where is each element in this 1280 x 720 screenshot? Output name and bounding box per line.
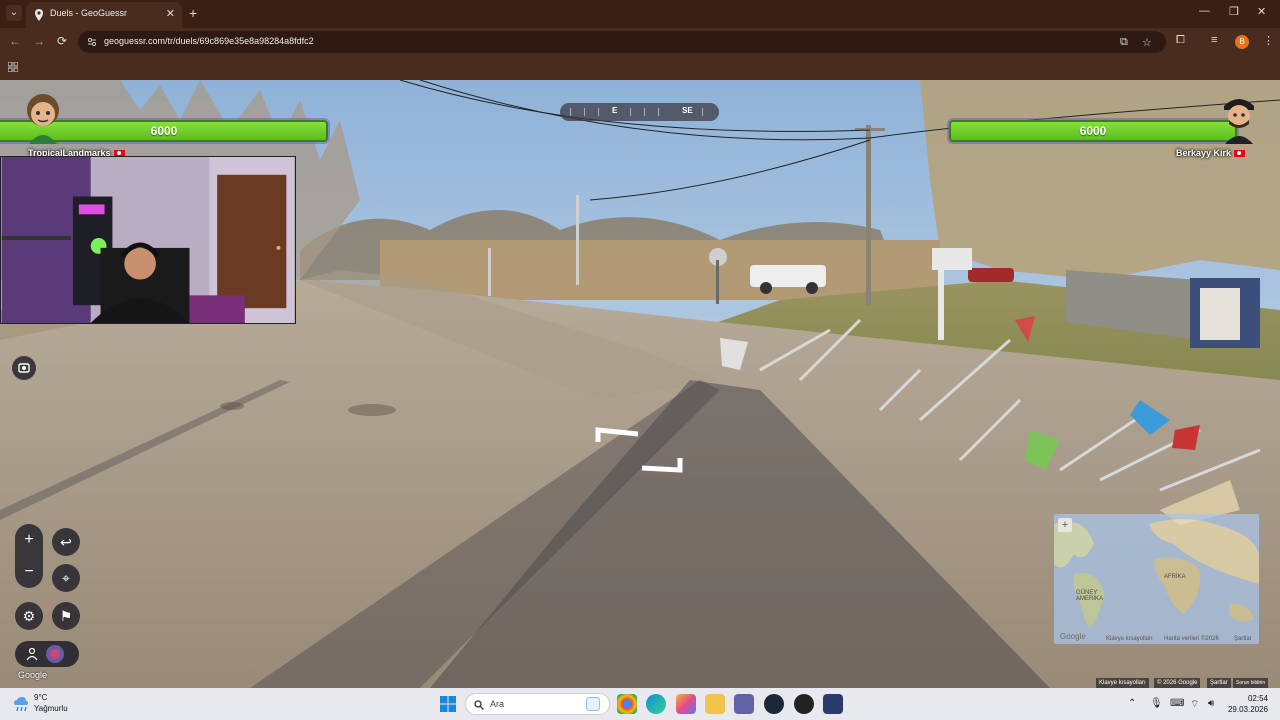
streamer-webcam bbox=[0, 156, 296, 324]
clock-time[interactable]: 02:54 bbox=[1232, 694, 1268, 703]
player-right-health: 6000 bbox=[1079, 124, 1107, 138]
address-bar[interactable]: geoguessr.com/tr/duels/69c869e35e8a98284… bbox=[78, 31, 1166, 53]
report-problem-link[interactable]: Sorun bildirin bbox=[1233, 678, 1269, 688]
minimize-button[interactable]: — bbox=[1199, 5, 1210, 17]
reload-icon[interactable]: ⟳ bbox=[57, 34, 67, 48]
zoom-controls: + − bbox=[15, 524, 43, 588]
edge-taskbar-icon[interactable] bbox=[646, 694, 666, 714]
minimap-label-south-america: GÜNEY AMERİKA bbox=[1076, 590, 1104, 602]
compass-bar: E SE bbox=[560, 103, 719, 121]
undo-move-button[interactable]: ↩ bbox=[52, 528, 80, 556]
minimap-terms-link[interactable]: Şartlar bbox=[1234, 636, 1252, 642]
guess-minimap[interactable]: + AFRİKA GÜNEY AMERİKA Google Klavye kıs… bbox=[1054, 514, 1259, 644]
minimap-shortcuts-link[interactable]: Klavye kısayolları bbox=[1106, 636, 1153, 642]
tab-search-chevron-icon[interactable]: ⌄ bbox=[6, 5, 22, 21]
player-right-name: Berkayy Kirk bbox=[1176, 148, 1246, 158]
tab-title: Duels - GeoGuessr bbox=[50, 8, 128, 18]
compass-tick bbox=[598, 108, 599, 116]
player-left-avatar bbox=[27, 94, 59, 144]
compass-tick bbox=[644, 108, 645, 116]
avatar-icon bbox=[46, 645, 64, 663]
world-map bbox=[1054, 514, 1259, 644]
minimap-map-data: Harita verileri ©2026 bbox=[1164, 636, 1219, 642]
network-icon[interactable]: ⌔ bbox=[1190, 698, 1199, 711]
team-icon bbox=[26, 647, 38, 661]
keyboard-icon[interactable]: ⌨︎ bbox=[1170, 698, 1184, 709]
copilot-taskbar-icon[interactable] bbox=[676, 694, 696, 714]
search-placeholder: Ara bbox=[490, 699, 505, 709]
steam-taskbar-icon[interactable] bbox=[764, 694, 784, 714]
turkey-flag-icon bbox=[1234, 150, 1246, 158]
settings-button[interactable]: ⚙ bbox=[15, 602, 43, 630]
copyright-text: © 2026 Google bbox=[1154, 678, 1201, 688]
taskbar-search[interactable]: Ara bbox=[465, 693, 610, 715]
compass-tick bbox=[584, 108, 585, 116]
microphone-icon[interactable]: 🎙︎ bbox=[1150, 698, 1163, 709]
compass-tick bbox=[702, 108, 703, 116]
tab-duels[interactable]: Duels - GeoGuessr ✕ bbox=[26, 2, 182, 28]
compass-tick bbox=[658, 108, 659, 116]
clock-date[interactable]: 29.03.2026 bbox=[1225, 705, 1268, 714]
teams-taskbar-icon[interactable] bbox=[734, 694, 754, 714]
street-view-panorama[interactable]: E SE 6000 TropicalLandmarks 6000 Berkayy… bbox=[0, 80, 1280, 688]
forward-icon[interactable]: → bbox=[33, 34, 45, 48]
tray-overflow-icon[interactable]: ⌃ bbox=[1128, 698, 1136, 709]
compass-tick bbox=[570, 108, 571, 116]
terms-link[interactable]: Şartlar bbox=[1207, 678, 1231, 688]
media-control-icon[interactable]: ≡ bbox=[1211, 34, 1217, 46]
browser-toolbar: ← → ⟳ geoguessr.com/tr/duels/69c869e35e8… bbox=[0, 28, 1280, 56]
compass-label-e: E bbox=[612, 106, 618, 115]
obs-taskbar-icon[interactable] bbox=[794, 694, 814, 714]
keyboard-shortcuts-link[interactable]: Klavye kısayolları bbox=[1096, 678, 1149, 688]
google-watermark: Google bbox=[18, 670, 48, 680]
url-text: geoguessr.com/tr/duels/69c869e35e8a98284… bbox=[104, 36, 314, 46]
geoguessr-pin-icon bbox=[35, 9, 43, 21]
tab-strip: ⌄ Duels - GeoGuessr ✕ + — ❐ ✕ bbox=[0, 0, 1280, 28]
player-right-name-text: Berkayy Kirk bbox=[1176, 148, 1232, 158]
zoom-in-button[interactable]: + bbox=[15, 526, 43, 554]
compass-label-se: SE bbox=[682, 106, 693, 115]
minimap-google-logo: Google bbox=[1060, 632, 1086, 641]
compass-tick bbox=[630, 108, 631, 116]
minimap-expand-button[interactable]: + bbox=[1058, 518, 1072, 532]
apps-grid-icon[interactable] bbox=[8, 62, 18, 72]
bookmark-star-icon[interactable]: ☆ bbox=[1142, 36, 1152, 49]
search-highlight-icon bbox=[586, 697, 600, 711]
file-explorer-taskbar-icon[interactable] bbox=[705, 694, 725, 714]
site-info-icon[interactable] bbox=[87, 37, 97, 47]
weather-condition[interactable]: Yağmurlu bbox=[34, 704, 68, 713]
extensions-icon[interactable]: ⧠ bbox=[1176, 34, 1185, 47]
weather-temperature[interactable]: 9°C bbox=[34, 693, 47, 702]
snapshot-button[interactable] bbox=[12, 356, 36, 380]
close-window-button[interactable]: ✕ bbox=[1257, 5, 1266, 18]
player-right-health-bar: 6000 bbox=[949, 120, 1237, 142]
install-app-icon[interactable]: ⧉ bbox=[1120, 36, 1128, 49]
rain-cloud-icon[interactable] bbox=[12, 696, 30, 712]
app-taskbar-icon[interactable] bbox=[823, 694, 843, 714]
restore-button[interactable]: ❐ bbox=[1229, 5, 1239, 18]
windows-taskbar: 9°C Yağmurlu Ara ⌃ 🎙︎ ⌨︎ ⌔ 🔊︎ 02:54 29.0… bbox=[0, 688, 1280, 720]
new-tab-button[interactable]: + bbox=[189, 5, 197, 21]
social-toggle[interactable] bbox=[15, 641, 79, 667]
search-icon bbox=[474, 700, 484, 710]
chrome-taskbar-icon[interactable] bbox=[617, 694, 637, 714]
set-checkpoint-button[interactable]: ⌖ bbox=[52, 564, 80, 592]
volume-icon[interactable]: 🔊︎ bbox=[1208, 698, 1214, 709]
bookmarks-bar bbox=[0, 56, 1280, 80]
player-right-avatar bbox=[1224, 99, 1254, 144]
zoom-out-button[interactable]: − bbox=[15, 558, 43, 586]
camera-icon bbox=[18, 363, 30, 373]
windows-start-icon[interactable] bbox=[440, 696, 456, 712]
menu-kebab-icon[interactable]: ⋮ bbox=[1263, 34, 1274, 47]
tab-close-button[interactable]: ✕ bbox=[166, 7, 175, 20]
minimap-label-africa: AFRİKA bbox=[1164, 574, 1186, 580]
back-icon[interactable]: ← bbox=[9, 34, 21, 48]
return-to-start-button[interactable]: ⚑ bbox=[52, 602, 80, 630]
profile-avatar[interactable]: B bbox=[1235, 35, 1249, 49]
